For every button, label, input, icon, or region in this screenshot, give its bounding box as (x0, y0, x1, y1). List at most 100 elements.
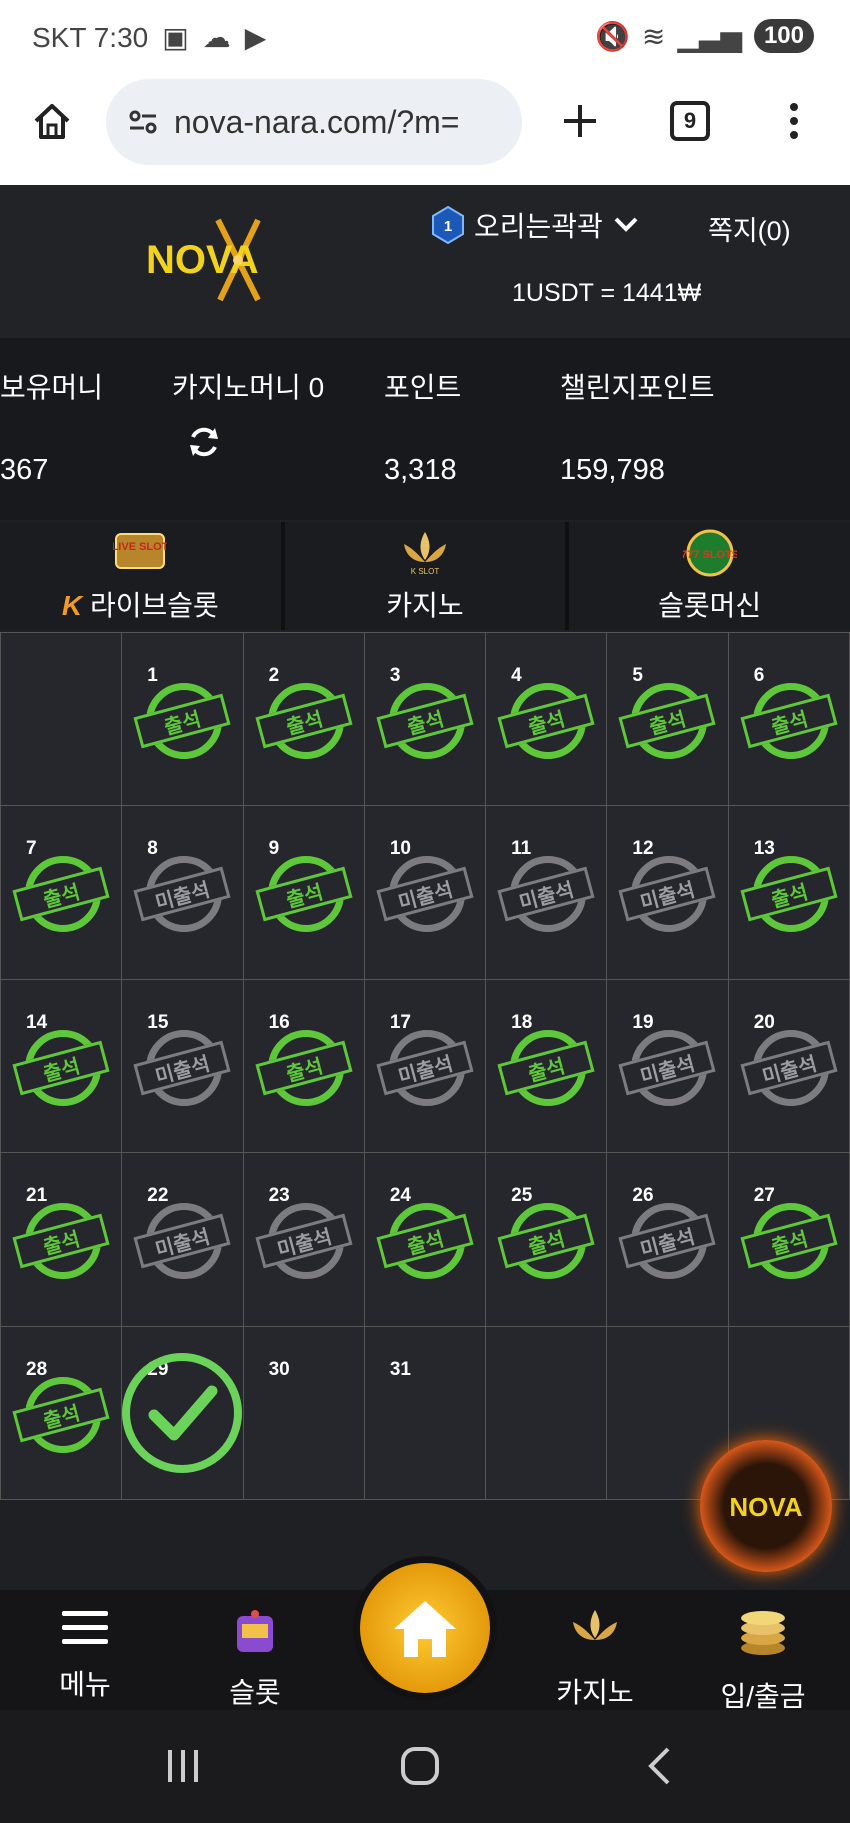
calendar-day-cell: 20 미출석 (728, 979, 850, 1154)
recent-apps-icon[interactable] (166, 1748, 200, 1784)
attendance-stamp-icon: 출석 (133, 675, 231, 771)
calendar-day-cell: 24 출석 (364, 1153, 487, 1327)
holding-money-label: 보유머니 (0, 372, 104, 403)
address-bar[interactable]: nova-nara.com/?m= (106, 79, 522, 165)
attendance-stamp-icon: 출석 (254, 675, 353, 771)
svg-text:1: 1 (444, 218, 452, 235)
casino-lotus-icon (573, 1610, 617, 1640)
k-logo-icon: K (61, 590, 83, 621)
calendar-day-cell: 13 출석 (728, 806, 850, 980)
chevron-down-icon (614, 217, 638, 232)
tab-casino-label: 카지노 (386, 590, 464, 621)
wifi-icon: ≋ (641, 20, 666, 52)
home-icon[interactable] (20, 89, 84, 153)
more-menu-icon[interactable] (762, 89, 826, 153)
nova-logo[interactable]: NOVA (140, 215, 330, 305)
day-number: 30 (268, 1358, 290, 1380)
calendar-day-cell: 7 출석 (1, 806, 123, 980)
calendar-day-cell: 26 미출석 (607, 1153, 729, 1327)
absence-stamp-icon: 미출석 (133, 1195, 231, 1291)
tab-live-slot[interactable]: LIVE SLOT K 라이브슬롯 (0, 522, 281, 630)
url-text: nova-nara.com/?m= (174, 103, 460, 140)
attendance-stamp-icon: 출석 (12, 1022, 110, 1118)
challenge-point-label: 챌린지포인트 (560, 372, 715, 403)
calendar-day-cell: 2 출석 (243, 633, 365, 807)
tab-slot-machine[interactable]: 777 SLOTS 슬롯머신 (569, 522, 850, 630)
absence-stamp-icon: 미출석 (618, 1022, 716, 1118)
fab-logo-text: NOVA (729, 1492, 802, 1522)
new-tab-icon[interactable] (548, 89, 612, 153)
memo-link[interactable]: 쪽지(0) (708, 209, 791, 248)
calendar-day-cell: 19 미출석 (607, 979, 729, 1154)
refresh-icon[interactable] (186, 424, 222, 460)
back-icon[interactable] (646, 1746, 672, 1786)
calendar-empty-cell (486, 1326, 608, 1500)
attendance-stamp-icon: 출석 (12, 1369, 110, 1465)
absence-stamp-icon: 미출석 (133, 1022, 231, 1118)
home-icon (394, 1601, 456, 1657)
browser-toolbar: nova-nara.com/?m= 9 (0, 75, 850, 185)
calendar-day-cell: 11 미출석 (486, 806, 608, 980)
calendar-day-cell: 22 미출석 (122, 1153, 244, 1327)
home-button[interactable] (353, 1556, 497, 1700)
cloud-icon: ☁ (202, 22, 231, 53)
svg-text:777 SLOTS: 777 SLOTS (683, 549, 737, 561)
system-navigation-bar (0, 1710, 850, 1823)
calendar-day-cell: 28 출석 (1, 1326, 123, 1500)
coin-stack-icon (741, 1611, 785, 1655)
nav-deposit-withdraw[interactable]: 입/출금 (698, 1608, 828, 1715)
calendar-day-cell: 4 출석 (486, 633, 608, 807)
absence-stamp-icon: 미출석 (740, 1022, 838, 1118)
attendance-stamp-icon: 출석 (497, 1195, 595, 1291)
calendar-day-cell: 1 출석 (122, 633, 244, 807)
carrier-time: SKT 7:30 (32, 21, 149, 53)
casino-lotus-icon: K SLOT (404, 532, 446, 576)
nova-floating-button[interactable]: NOVA (700, 1440, 832, 1572)
username: 오리는곽곽 (474, 211, 603, 242)
tab-switcher-button[interactable]: 9 (658, 89, 722, 153)
calendar-day-cell: 10 미출석 (364, 806, 487, 980)
holding-money-value: 367 (0, 454, 49, 486)
attendance-stamp-icon: 출석 (12, 1195, 110, 1291)
nav-slot[interactable]: 슬롯 (190, 1608, 320, 1711)
absence-stamp-icon: 미출석 (376, 848, 474, 944)
attendance-calendar: 1 출석 2 출석 3 출석 4 출석 5 출석 6 출석 7 출석 8 미출석 9 출석 10 미출석 11 미출석 12… (0, 632, 850, 1500)
attendance-stamp-icon: 출석 (740, 848, 838, 944)
attendance-stamp-icon: 출석 (254, 1022, 353, 1118)
status-bar: SKT 7:30 ▣ ☁ ▶ 🔇 ≋ ▁▃▅ 100 (0, 0, 850, 75)
hamburger-menu-icon (62, 1611, 108, 1644)
today-check-icon (122, 1353, 242, 1473)
tab-casino[interactable]: K SLOT 카지노 (284, 522, 566, 630)
site-header: NOVA 1 오리는곽곽 쪽지(0) 1USDT = 1441₩ (0, 185, 850, 338)
calendar-day-cell: 18 출석 (486, 979, 608, 1154)
slot-machine-icon (237, 1610, 273, 1652)
absence-stamp-icon: 미출석 (497, 848, 595, 944)
calendar-day-cell: 3 출석 (364, 633, 487, 807)
calendar-day-cell: 25 출석 (486, 1153, 608, 1327)
calendar-day-cell: 14 출석 (1, 979, 123, 1154)
casino-money-label: 카지노머니 0 (172, 372, 325, 403)
level-badge-icon: 1 (432, 206, 464, 244)
calendar-day-cell: 5 출석 (607, 633, 729, 807)
mute-icon: 🔇 (595, 20, 630, 52)
absence-stamp-icon: 미출석 (254, 1195, 353, 1291)
point-label: 포인트 (384, 372, 462, 403)
battery-badge: 100 (753, 19, 814, 53)
live-slot-icon: LIVE SLOT (113, 533, 167, 569)
calendar-day-cell: 31 (364, 1326, 487, 1500)
tab-live-slot-label: 라이브슬롯 (89, 590, 219, 621)
calendar-day-cell: 12 미출석 (607, 806, 729, 980)
calendar-day-cell: 30 (243, 1326, 365, 1500)
home-circle-icon[interactable] (400, 1746, 440, 1786)
balance-panel: 보유머니 367 카지노머니 0 포인트 3,318 챌린지포인트 159,79… (0, 338, 850, 520)
calendar-day-cell: 27 출석 (728, 1153, 850, 1327)
svg-text:K SLOT: K SLOT (411, 567, 440, 576)
youtube-icon: ▶ (244, 22, 267, 53)
nav-menu[interactable]: 메뉴 (20, 1608, 150, 1703)
nav-casino[interactable]: 카지노 (530, 1608, 660, 1711)
calendar-day-cell: 6 출석 (728, 633, 850, 807)
site-settings-icon[interactable] (126, 105, 160, 139)
user-dropdown[interactable]: 1 오리는곽곽 (432, 205, 639, 245)
attendance-stamp-icon: 출석 (740, 675, 838, 771)
attendance-stamp-icon: 출석 (497, 1022, 595, 1118)
